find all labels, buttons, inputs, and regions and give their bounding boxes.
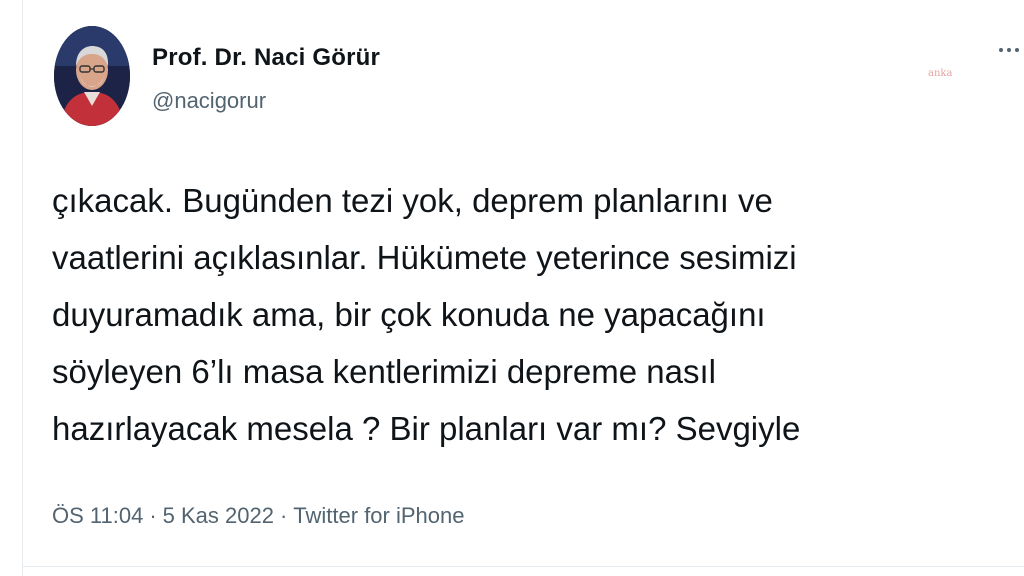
ellipsis-icon	[999, 48, 1003, 52]
tweet-time[interactable]: ÖS 11:04	[52, 503, 143, 529]
more-options-button[interactable]	[994, 40, 1024, 60]
divider	[22, 566, 1024, 567]
display-name[interactable]: Prof. Dr. Naci Görür	[152, 44, 380, 72]
tweet-source[interactable]: Twitter for iPhone	[293, 503, 464, 529]
tweet-metadata: ÖS 11:04 · 5 Kas 2022 · Twitter for iPho…	[52, 503, 464, 529]
tweet-text: çıkacak. Bugünden tezi yok, deprem planl…	[52, 182, 801, 447]
ellipsis-dot	[1015, 48, 1019, 52]
ellipsis-dot	[1007, 48, 1011, 52]
separator: ·	[279, 503, 288, 528]
watermark: anka	[928, 68, 953, 79]
tweet-date[interactable]: 5 Kas 2022	[163, 503, 274, 529]
avatar[interactable]	[54, 26, 130, 126]
user-handle[interactable]: @nacigorur	[152, 88, 266, 114]
separator: ·	[149, 503, 157, 528]
profile-photo-icon	[54, 26, 130, 126]
